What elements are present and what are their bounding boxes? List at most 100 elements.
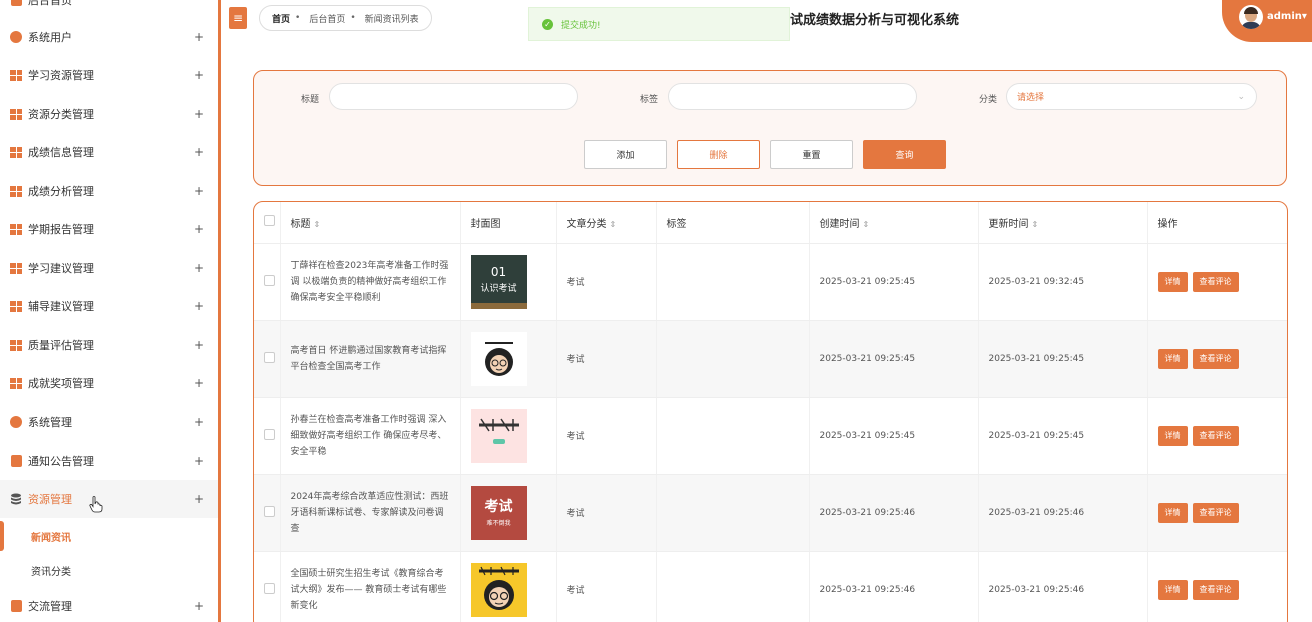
view-comments-button[interactable]: 查看评论 [1192,579,1239,600]
cover-image [470,562,527,617]
avatar [1239,5,1263,29]
row-checkbox[interactable] [264,505,275,517]
sidebar-item-communication[interactable]: 交流管理 + [0,587,218,622]
sidebar-item-resource-categories[interactable]: 资源分类管理 + [0,95,218,133]
row-checkbox[interactable] [264,582,275,594]
sidebar-item-notice[interactable]: 通知公告管理 + [0,442,218,480]
user-menu[interactable]: admin▾ [1222,0,1312,42]
sidebar-item-label: 后台首页 [28,0,72,7]
grid-icon [9,222,23,236]
system-title: 试成绩数据分析与可视化系统 [790,13,960,28]
header-category[interactable]: 文章分类 ⇕ [556,202,657,244]
header-created-label: 创建时间 [819,218,860,230]
sidebar-item-quality-evaluation[interactable]: 质量评估管理 + [0,326,218,364]
detail-button[interactable]: 详情 [1157,579,1188,600]
sidebar-item-label: 学习建议管理 [28,262,94,275]
row-tag [656,551,810,622]
cover-text: 考试 [484,498,513,515]
row-title: 全国硕士研究生招生考试《教育综合考试大纲》发布—— 教育硕士考试有哪些新变化 [280,551,461,622]
breadcrumb-separator: • [295,13,301,23]
table-row: 2024年高考综合改革适应性测试：西班牙语科新课标试卷、专家解读及问卷调查 考试… [254,474,1287,552]
chat-icon [9,599,23,613]
sidebar-item-system-user[interactable]: 系统用户 + [0,18,218,56]
row-title: 丁薛祥在检查2023年高考准备工作时强调 以极端负责的精神做好高考组织工作 确保… [280,243,461,321]
expand-icon: + [193,68,204,82]
grid-icon [9,299,23,313]
view-comments-button[interactable]: 查看评论 [1192,348,1239,369]
cover-image [470,331,527,386]
user-name: admin [1267,11,1302,22]
row-title: 2024年高考综合改革适应性测试：西班牙语科新课标试卷、专家解读及问卷调查 [280,474,461,552]
expand-icon: + [193,261,204,275]
grid-icon [9,145,23,159]
sidebar-item-study-advice[interactable]: 学习建议管理 + [0,249,218,287]
row-checkbox[interactable] [264,351,275,363]
detail-button[interactable]: 详情 [1157,502,1188,523]
header-updated[interactable]: 更新时间 ⇕ [978,202,1148,244]
breadcrumb-current: 新闻资讯列表 [364,14,419,25]
row-category: 考试 [556,397,657,475]
sidebar-item-semester-report[interactable]: 学期报告管理 + [0,210,218,248]
sidebar-item-awards[interactable]: 成就奖项管理 + [0,364,218,402]
sort-icon: ⇕ [1031,219,1039,229]
expand-icon: + [193,338,204,352]
row-created: 2025-03-21 09:25:45 [809,243,979,321]
expand-icon: + [193,184,204,198]
chevron-down-icon: ⌄ [1237,91,1245,102]
breadcrumb-dashboard[interactable]: 后台首页 [309,12,345,25]
sidebar-item-home[interactable]: 后台首页 [0,0,218,19]
tag-input[interactable] [668,83,917,110]
category-select[interactable]: 请选择 ⌄ [1006,83,1257,110]
sidebar-subitem-news-category[interactable]: 资讯分类 [0,553,218,587]
category-placeholder: 请选择 [1017,93,1045,103]
sidebar-item-score-analysis[interactable]: 成绩分析管理 + [0,172,218,210]
query-button[interactable]: 查询 [863,140,946,169]
row-checkbox[interactable] [264,274,275,286]
row-created: 2025-03-21 09:25:45 [809,320,979,398]
header-updated-label: 更新时间 [988,218,1029,230]
sidebar-item-learning-resources[interactable]: 学习资源管理 + [0,56,218,94]
home-icon [9,0,23,7]
sidebar-item-score-info[interactable]: 成绩信息管理 + [0,133,218,171]
row-title: 高考首日 怀进鹏通过国家教育考试指挥平台检查全国高考工作 [280,320,461,398]
sidebar-item-system-management[interactable]: 系统管理 + [0,403,218,441]
breadcrumb-separator: • [350,13,356,23]
expand-icon: + [193,415,204,429]
sidebar-subitem-news[interactable]: 新闻资讯 [0,519,218,553]
sidebar-item-tutoring-advice[interactable]: 辅导建议管理 + [0,287,218,325]
caret-down-icon: ▾ [1301,11,1307,22]
table-row: 孙春兰在检查高考准备工作时强调 深入细致做好高考组织工作 确保应考尽考、安全平稳… [254,397,1287,475]
menu-toggle-icon[interactable]: ≡ [229,7,247,29]
reset-button[interactable]: 重置 [770,140,853,169]
row-category: 考试 [556,243,657,321]
row-category: 考试 [556,320,657,398]
expand-icon: + [193,454,204,468]
sidebar-item-resource-management[interactable]: 资源管理 + [0,480,218,518]
title-input[interactable] [329,83,578,110]
category-label: 分类 [979,95,998,105]
grid-icon [9,338,23,352]
header-category-label: 文章分类 [566,218,607,230]
news-table: 标题 ⇕ 封面图 文章分类 ⇕ 标签 创建时间 ⇕ 更新时间 ⇕ 操作 丁薛祥在检查20… [253,201,1288,622]
expand-icon: + [193,30,204,44]
sidebar-item-label: 系统用户 [28,31,72,44]
view-comments-button[interactable]: 查看评论 [1192,425,1239,446]
row-checkbox[interactable] [264,428,275,440]
select-all-checkbox[interactable] [264,215,275,227]
detail-button[interactable]: 详情 [1157,348,1188,369]
row-created: 2025-03-21 09:25:46 [809,474,979,552]
expand-icon: + [193,107,204,121]
view-comments-button[interactable]: 查看评论 [1192,502,1239,523]
delete-button[interactable]: 删除 [677,140,760,169]
row-created: 2025-03-21 09:25:45 [809,397,979,475]
add-button[interactable]: 添加 [584,140,667,169]
header-created[interactable]: 创建时间 ⇕ [809,202,979,244]
header-title[interactable]: 标题 ⇕ [280,202,461,244]
detail-button[interactable]: 详情 [1157,425,1188,446]
grid-icon [9,261,23,275]
detail-button[interactable]: 详情 [1157,271,1188,292]
breadcrumb-home[interactable]: 首页 [272,12,290,25]
breadcrumb: 首页 • 后台首页 • 新闻资讯列表 [259,5,432,31]
cover-text: 认识考试 [480,283,517,294]
view-comments-button[interactable]: 查看评论 [1192,271,1239,292]
